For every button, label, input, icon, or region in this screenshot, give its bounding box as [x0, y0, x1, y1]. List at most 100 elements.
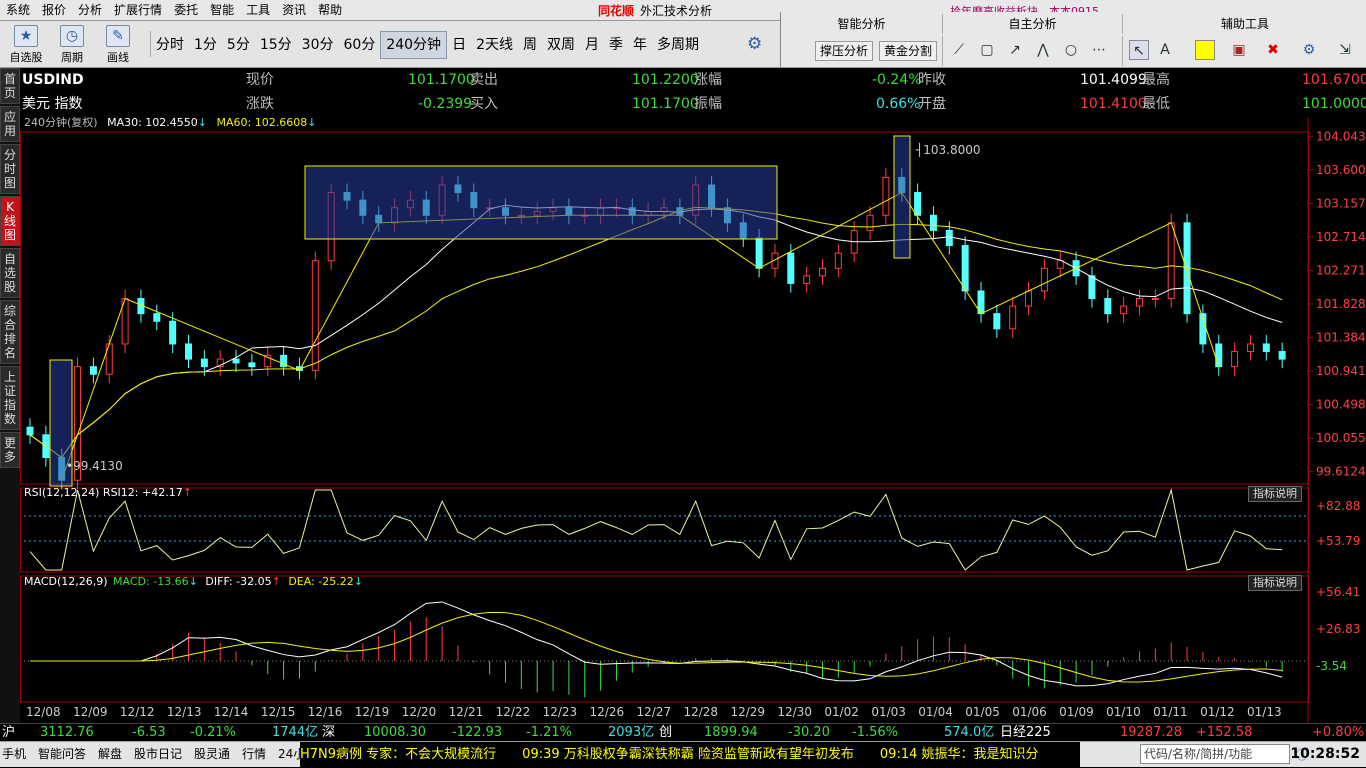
dea-value: DEA: -25.22 [288, 575, 354, 588]
menu-item[interactable]: 分析 [72, 0, 108, 21]
x-tick-label: 12/23 [543, 705, 578, 719]
candle-body [1262, 343, 1270, 353]
left-tab[interactable]: 分 时 图 [0, 144, 20, 194]
rsi-legend: RSI(12,12,24) RSI12: +42.17↑ [24, 486, 192, 500]
menu-item[interactable]: 智能 [204, 0, 240, 21]
x-tick-label: 01/11 [1153, 705, 1188, 719]
period-tab[interactable]: 多周期 [652, 32, 704, 58]
candle-body [882, 176, 890, 216]
menu-item[interactable]: 系统 [0, 0, 36, 21]
candle-body [1136, 298, 1143, 307]
candle-body [1246, 343, 1254, 353]
golden-section-button[interactable]: 黄金分割 [879, 41, 938, 61]
period-tab[interactable]: 2天线 [471, 32, 518, 58]
period-tab[interactable]: 日 [447, 32, 471, 58]
period-tab[interactable]: 周 [518, 32, 542, 58]
buy-value: 101.1700 [632, 96, 699, 112]
main-toolbar: ★ 自选股 ◷ 周期 ✎ 画线 分时 1分 5分 15分 30分 60分 240分钟日 2天线周双周… [0, 21, 780, 68]
down-arrow-icon: ↓ [353, 575, 363, 588]
left-tab[interactable]: 自 选 股 [0, 248, 20, 298]
period-tab[interactable]: 60分 [339, 32, 381, 58]
status-item[interactable]: 智能问答 [38, 746, 86, 762]
menu-item[interactable]: 委托 [168, 0, 204, 21]
menu-item[interactable]: 工具 [240, 0, 276, 21]
chg-value: -0.2399 [418, 96, 473, 112]
draw-button[interactable]: ✎ 画线 [98, 23, 138, 65]
left-tab[interactable]: 首 页 [0, 68, 20, 104]
period-tab[interactable]: 季 [604, 32, 628, 58]
period-tab[interactable]: 15分 [255, 32, 297, 58]
candle-body [1231, 351, 1239, 368]
news-ticker[interactable]: H7N9病例 专家：不会大规模流行 09:39 万科股权争霸深铁称霸 险资监管新… [300, 742, 1080, 768]
diff-line [30, 601, 1283, 687]
menu-item[interactable]: 扩展行情 [108, 0, 168, 21]
settings-icon[interactable]: ⚙ [1299, 40, 1319, 60]
period-button[interactable]: ◷ 周期 [52, 23, 92, 65]
status-item[interactable]: 手机 [2, 746, 26, 762]
candle-body [311, 260, 319, 371]
x-tick-label: 01/12 [1200, 705, 1235, 719]
quote-header: USDIND 美元 指数 现价 101.1700 卖出 101.2200 涨幅 … [20, 70, 1366, 118]
delete-icon[interactable]: ✖ [1263, 40, 1283, 60]
period-tab[interactable]: 月 [580, 32, 604, 58]
x-tick-label: 12/08 [26, 705, 61, 719]
status-item[interactable]: 解盘 [98, 746, 122, 762]
candle-body [232, 358, 240, 364]
period-tab[interactable]: 年 [628, 32, 652, 58]
low-mark-label: •99.4130 [66, 459, 123, 473]
support-resistance-button[interactable]: 撑压分析 [815, 41, 874, 61]
menu-item[interactable]: 资讯 [276, 0, 312, 21]
gear-icon[interactable]: ⚙ [747, 34, 762, 54]
more-icon[interactable]: ⋯ [1089, 40, 1109, 60]
chart-area[interactable]: 104.0437 103.6006 103.1575 102.7143 102.2712… [20, 116, 1366, 723]
text-tool-icon[interactable]: A [1155, 40, 1175, 60]
x-tick-label: 12/26 [590, 705, 625, 719]
menu-item[interactable]: 报价 [36, 0, 72, 21]
expand-icon[interactable]: ⇲ [1335, 40, 1355, 60]
consolidation-box [304, 165, 778, 240]
period-label: 周期 [61, 51, 83, 64]
low-value: 101.0000 [1302, 96, 1366, 112]
left-tab[interactable]: 应 用 [0, 106, 20, 142]
y-tick-label: 101.3849 [1316, 331, 1366, 345]
index-bar: 沪 3112.76 -6.53 -0.21% 1744亿 深 10008.30 … [0, 723, 1366, 741]
ray-tool-icon[interactable]: ↗ [1005, 40, 1025, 60]
x-tick-label: 12/19 [355, 705, 390, 719]
up-arrow-icon: ↑ [271, 575, 281, 588]
left-tab[interactable]: 上 证 指 数 [0, 366, 20, 430]
wave-tool-icon[interactable]: ⋀ [1033, 40, 1053, 60]
left-tab[interactable]: 综 合 排 名 [0, 300, 20, 364]
status-item[interactable]: 行情 [242, 746, 266, 762]
down-arrow-icon: ↓ [188, 575, 198, 588]
macd-explain-button[interactable]: 指标说明 [1248, 575, 1302, 591]
candle-body [200, 358, 208, 368]
menu-item[interactable]: 帮助 [312, 0, 348, 21]
color-swatch[interactable] [1195, 40, 1215, 60]
favorites-button[interactable]: ★ 自选股 [6, 23, 46, 65]
period-tab[interactable]: 5分 [222, 32, 255, 58]
left-tab[interactable]: 更 多 [0, 432, 20, 468]
period-tab[interactable]: 30分 [297, 32, 339, 58]
rect-tool-icon[interactable]: ▢ [977, 40, 997, 60]
period-tab[interactable]: 240分钟 [380, 31, 448, 59]
candle-body [993, 313, 1001, 330]
candle-body [929, 214, 937, 231]
x-tick-label: 01/10 [1106, 705, 1141, 719]
x-tick-label: 12/13 [167, 705, 202, 719]
status-item[interactable]: 股市日记 [134, 746, 182, 762]
x-tick-label: 01/06 [1012, 705, 1047, 719]
rj-label: 日经225 [1000, 725, 1051, 740]
period-tab[interactable]: 1分 [189, 32, 222, 58]
cursor-icon[interactable]: ↖ [1129, 40, 1149, 60]
period-tab[interactable]: 双周 [542, 32, 580, 58]
rj-change: +152.58 [1196, 725, 1253, 740]
kline-chart[interactable]: 104.0437 103.6006 103.1575 102.7143 102.2712… [20, 118, 1366, 723]
period-tab[interactable]: 分时 [151, 32, 189, 58]
left-tab[interactable]: K 线 图 [0, 196, 20, 246]
bookmark-icon[interactable]: ▣ [1229, 40, 1249, 60]
rsi-explain-button[interactable]: 指标说明 [1248, 486, 1302, 502]
code-search-input[interactable]: 代码/名称/简拼/功能 [1140, 744, 1290, 764]
circle-tool-icon[interactable]: ○ [1061, 40, 1081, 60]
line-tool-icon[interactable]: ⟋ [949, 40, 969, 60]
status-item[interactable]: 股灵通 [194, 746, 230, 762]
